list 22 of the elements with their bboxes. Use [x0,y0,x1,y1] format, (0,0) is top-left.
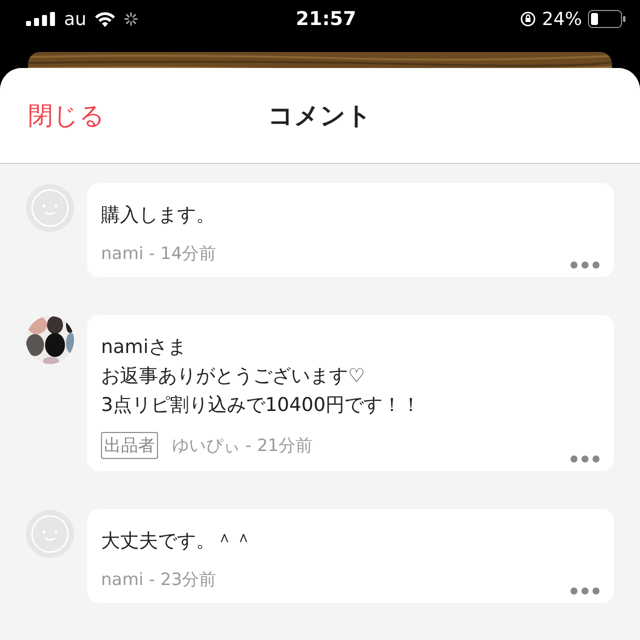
comment-meta: ゆいぴぃ - 21分前 [172,435,314,457]
more-icon[interactable] [570,587,600,595]
wifi-icon [94,11,116,27]
avatar-icon [25,183,75,233]
comment-text: 大丈夫です。＾＾ [101,529,254,554]
clock-time: 21:57 [296,8,356,30]
comment-meta: nami - 14分前 [101,243,218,265]
more-icon[interactable] [570,455,600,463]
avatar-icon [25,509,75,559]
battery-percent: 24% [542,8,582,30]
seller-badge: 出品者 [101,432,158,459]
more-icon[interactable] [570,261,600,269]
comment-text: namiさま お返事ありがとうございます♡ 3点リピ割り込みで10400円です！！ [101,335,422,418]
carrier-name: au [64,8,86,30]
sheet-title: コメント [268,100,372,132]
signal-icon [26,12,56,26]
rotation-lock-icon [520,11,536,27]
loading-icon [124,12,138,26]
comment-text: 購入します。 [101,203,216,228]
comment-meta: nami - 23分前 [101,569,218,591]
close-button[interactable]: 閉じる [28,99,105,132]
battery-icon [588,10,626,28]
